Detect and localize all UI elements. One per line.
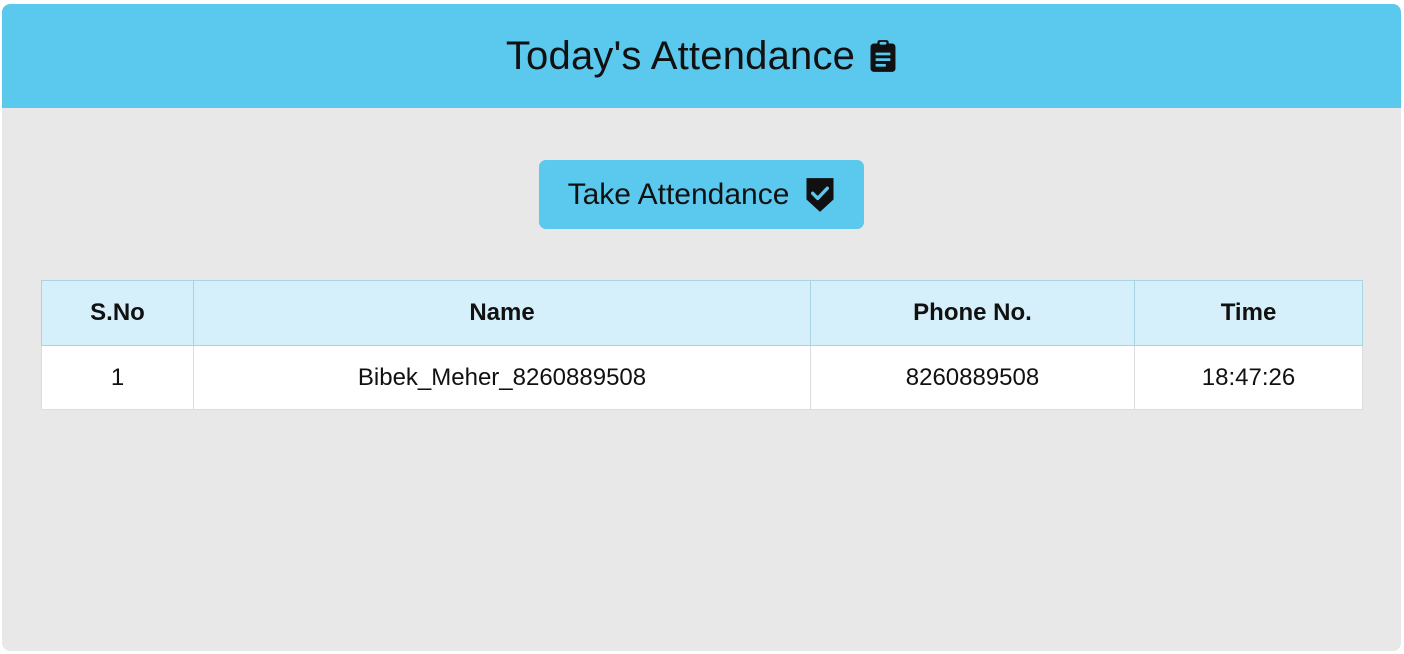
page-title-text: Today's Attendance	[505, 33, 856, 78]
attendance-table: S.No Name Phone No. Time 1 Bibek_Meher_8…	[41, 280, 1363, 410]
shield-check-icon	[805, 177, 835, 213]
cell-name: Bibek_Meher_8260889508	[193, 345, 811, 410]
cell-phone: 8260889508	[810, 345, 1135, 410]
take-attendance-label: Take Attendance	[567, 177, 790, 211]
attendance-table-container: S.No Name Phone No. Time 1 Bibek_Meher_8…	[41, 280, 1363, 410]
table-header-row: S.No Name Phone No. Time	[41, 280, 1363, 346]
column-header-phone: Phone No.	[810, 280, 1135, 346]
cell-sno: 1	[41, 345, 194, 410]
cell-time: 18:47:26	[1134, 345, 1363, 410]
clipboard-icon	[869, 39, 897, 73]
column-header-name: Name	[193, 280, 811, 346]
take-attendance-button[interactable]: Take Attendance	[539, 160, 864, 229]
attendance-card: Today's Attendance Take Attendance S.No …	[2, 4, 1401, 651]
column-header-time: Time	[1134, 280, 1363, 346]
action-row: Take Attendance	[2, 160, 1401, 229]
column-header-sno: S.No	[41, 280, 194, 346]
page-header: Today's Attendance	[2, 4, 1401, 108]
page-title: Today's Attendance	[506, 34, 897, 79]
table-row: 1 Bibek_Meher_8260889508 8260889508 18:4…	[41, 345, 1363, 410]
